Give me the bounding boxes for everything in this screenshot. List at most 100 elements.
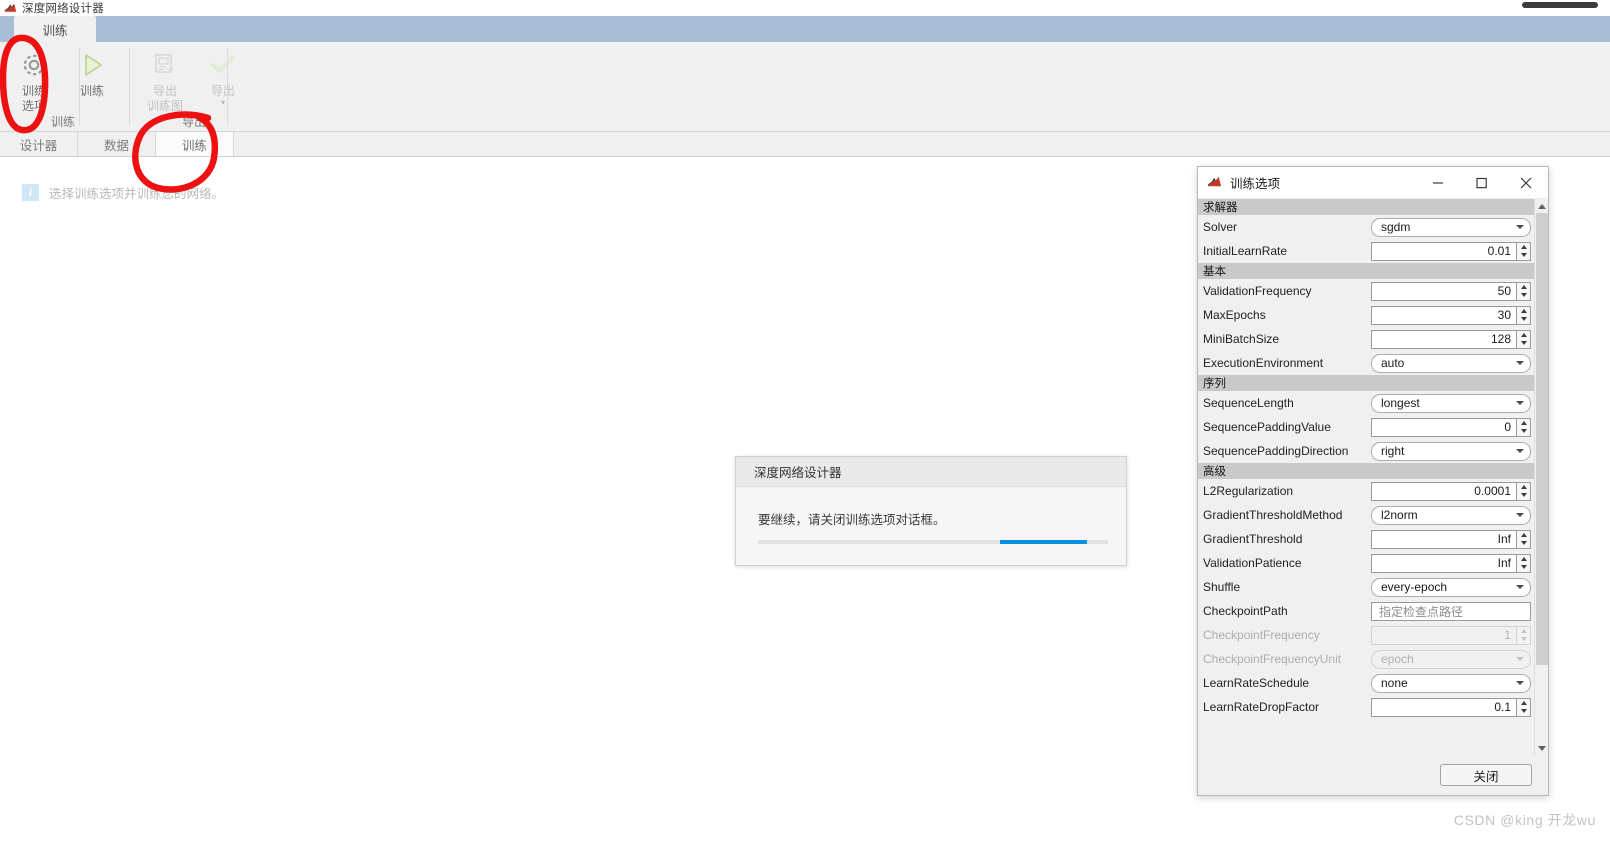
option-row-checkpointpath: CheckpointPath 指定检查点路径	[1198, 599, 1534, 623]
chevron-down-icon	[1516, 401, 1524, 405]
training-options-content: 求解器 Solver sgdm InitialLearnRate 0.01 基本…	[1198, 199, 1534, 755]
spinner-maxepochs[interactable]: 30	[1371, 305, 1531, 325]
spinner-validationfrequency-value[interactable]: 50	[1371, 281, 1516, 301]
info-strip: i 选择训练选项并训练您的网络。	[22, 183, 224, 202]
spinner-maxepochs-value[interactable]: 30	[1371, 305, 1516, 325]
spinner-up-icon[interactable]	[1517, 331, 1530, 340]
vertical-scrollbar[interactable]	[1534, 199, 1548, 755]
option-label-maxepochs: MaxEpochs	[1203, 308, 1266, 322]
scrollbar-thumb[interactable]	[1535, 213, 1548, 665]
option-row-gradientthresholdmethod: GradientThresholdMethod l2norm	[1198, 503, 1534, 527]
spinner-up-icon[interactable]	[1517, 307, 1530, 316]
spinner-up-icon[interactable]	[1517, 283, 1530, 292]
combo-shuffle-value: every-epoch	[1381, 580, 1448, 594]
close-button[interactable]	[1504, 167, 1548, 199]
combo-sequencelength-value: longest	[1381, 396, 1420, 410]
combo-executionenvironment-value: auto	[1381, 356, 1405, 370]
option-row-checkpointfrequencyunit: CheckpointFrequencyUnit epoch	[1198, 647, 1534, 671]
spinner-up-icon[interactable]	[1517, 699, 1530, 708]
spinner-initiallearnrate-value[interactable]: 0.01	[1371, 241, 1516, 261]
spinner-up-icon[interactable]	[1517, 419, 1530, 428]
option-row-checkpointfrequency: CheckpointFrequency 1	[1198, 623, 1534, 647]
option-row-shuffle: Shuffle every-epoch	[1198, 575, 1534, 599]
combo-sequencepaddingdirection[interactable]: right	[1371, 441, 1531, 461]
spinner-learnratedropfactor-value[interactable]: 0.1	[1371, 697, 1516, 717]
ribbon-tab-training[interactable]: 训练	[14, 16, 96, 42]
spinner-validationpatience-value[interactable]: Inf	[1371, 553, 1516, 573]
spinner-gradientthreshold[interactable]: Inf	[1371, 529, 1531, 549]
lower-tab-designer[interactable]: 设计器	[0, 132, 78, 156]
scrollbar-track[interactable]	[1535, 213, 1549, 741]
chevron-down-icon	[1516, 449, 1524, 453]
spinner-l2regularization[interactable]: 0.0001	[1371, 481, 1531, 501]
app-titlebar: 深度网络设计器	[0, 0, 1610, 16]
spinner-up-icon[interactable]	[1517, 483, 1530, 492]
option-label-sequencepaddingvalue: SequencePaddingValue	[1203, 420, 1331, 434]
spinner-down-icon[interactable]	[1517, 491, 1530, 500]
combo-learnrateschedule[interactable]: none	[1371, 673, 1531, 693]
spinner-checkpointfrequency-value: 1	[1371, 625, 1516, 645]
spinner-up-icon	[1517, 627, 1530, 636]
spinner-up-icon[interactable]	[1517, 243, 1530, 252]
combo-sequencelength[interactable]: longest	[1371, 393, 1531, 413]
option-label-sequencelength: SequenceLength	[1203, 396, 1294, 410]
option-label-learnratedropfactor: LearnRateDropFactor	[1203, 700, 1320, 714]
spinner-validationpatience[interactable]: Inf	[1371, 553, 1531, 573]
combo-solver[interactable]: sgdm	[1371, 217, 1531, 237]
training-options-dialog: 训练选项 求解器 Solver sgdm InitialLearnRate 0.…	[1197, 166, 1549, 796]
spinner-sequencepaddingvalue-value[interactable]: 0	[1371, 417, 1516, 437]
spinner-down-icon[interactable]	[1517, 315, 1530, 324]
spinner-sequencepaddingvalue[interactable]: 0	[1371, 417, 1531, 437]
spinner-down-icon[interactable]	[1517, 251, 1530, 260]
watermark: CSDN @king 开龙wu	[1453, 812, 1596, 828]
lower-tab-training[interactable]: 训练	[156, 132, 234, 156]
ribbon-button-export-training-plot[interactable]: 导出 训练图	[136, 46, 194, 114]
section-header-basic: 基本	[1198, 263, 1534, 279]
ribbon-button-export[interactable]: 导出 ▾	[194, 46, 252, 107]
spinner-down-icon[interactable]	[1517, 707, 1530, 716]
spinner-up-icon[interactable]	[1517, 531, 1530, 540]
input-checkpointpath[interactable]: 指定检查点路径	[1371, 601, 1531, 621]
spinner-learnratedropfactor[interactable]: 0.1	[1371, 697, 1531, 717]
ribbon-button-train-label: 训练	[79, 84, 104, 98]
combo-shuffle[interactable]: every-epoch	[1371, 577, 1531, 597]
ribbon-button-train[interactable]: 训练	[63, 46, 121, 99]
spinner-initiallearnrate[interactable]: 0.01	[1371, 241, 1531, 261]
option-row-sequencelength: SequenceLength longest	[1198, 391, 1534, 415]
window-controls-stub[interactable]	[1522, 2, 1598, 8]
scroll-down-arrow-icon[interactable]	[1535, 741, 1549, 755]
training-options-titlebar: 训练选项	[1198, 167, 1548, 199]
spinner-up-icon[interactable]	[1517, 555, 1530, 564]
scroll-up-arrow-icon[interactable]	[1535, 199, 1549, 213]
spinner-validationfrequency[interactable]: 50	[1371, 281, 1531, 301]
combo-gradientthresholdmethod-value: l2norm	[1381, 508, 1418, 522]
minimize-button[interactable]	[1416, 167, 1460, 199]
spinner-minibatchsize-value[interactable]: 128	[1371, 329, 1516, 349]
spinner-down-icon[interactable]	[1517, 563, 1530, 572]
option-label-learnrateschedule: LearnRateSchedule	[1203, 676, 1310, 690]
ribbon-group-training-label: 训练	[50, 115, 75, 129]
chevron-down-icon	[1516, 657, 1524, 661]
chevron-down-icon[interactable]: ▾	[221, 99, 225, 107]
lower-tab-data[interactable]: 数据	[78, 132, 156, 156]
spinner-down-icon[interactable]	[1517, 339, 1530, 348]
option-label-checkpointfrequencyunit: CheckpointFrequencyUnit	[1203, 652, 1342, 666]
spinner-down-icon[interactable]	[1517, 291, 1530, 300]
option-label-l2regularization: L2Regularization	[1203, 484, 1294, 498]
spinner-gradientthreshold-value[interactable]: Inf	[1371, 529, 1516, 549]
spinner-down-icon[interactable]	[1517, 427, 1530, 436]
training-options-title: 训练选项	[1230, 177, 1281, 191]
spinner-minibatchsize[interactable]: 128	[1371, 329, 1531, 349]
option-row-maxepochs: MaxEpochs 30	[1198, 303, 1534, 327]
option-label-sequencepaddingdirection: SequencePaddingDirection	[1203, 444, 1349, 458]
combo-executionenvironment[interactable]: auto	[1371, 353, 1531, 373]
close-dialog-button[interactable]: 关闭	[1440, 764, 1532, 786]
maximize-button[interactable]	[1460, 167, 1504, 199]
option-row-executionenvironment: ExecutionEnvironment auto	[1198, 351, 1534, 375]
spinner-down-icon[interactable]	[1517, 539, 1530, 548]
app-title: 深度网络设计器	[22, 3, 104, 15]
spinner-l2regularization-value[interactable]: 0.0001	[1371, 481, 1516, 501]
ribbon-button-export-training-plot-label: 导出 训练图	[146, 84, 183, 113]
combo-gradientthresholdmethod[interactable]: l2norm	[1371, 505, 1531, 525]
ribbon-button-training-options[interactable]: 训练 选项	[5, 46, 63, 114]
